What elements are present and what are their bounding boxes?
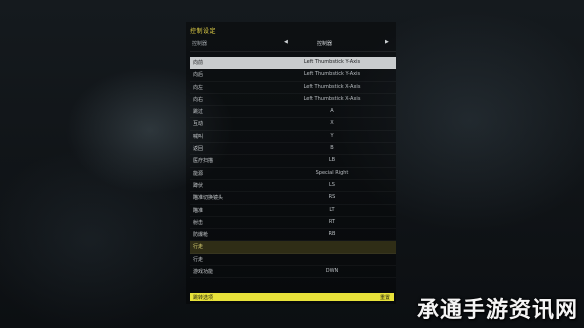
action-label: 向左 (193, 84, 204, 91)
binding-row[interactable]: 向左 Left Thumbstick X-Axis (190, 82, 396, 94)
action-label: 向右 (193, 96, 204, 103)
controller-profile-selector[interactable]: 控制器 ◀ 控制器 ▶ (190, 39, 392, 48)
binding-value: Left Thumbstick Y-Axis (303, 71, 361, 78)
action-label: 跳过 (193, 109, 204, 116)
action-label: 向后 (193, 72, 204, 79)
watermark: 承通手游资讯网 (416, 298, 578, 323)
action-label: 互动 (193, 121, 204, 128)
profile-value: 控制器 (317, 41, 333, 47)
binding-row[interactable]: 射击 RT (190, 217, 396, 230)
binding-row[interactable]: 医疗扫描 LB (190, 155, 396, 168)
binding-row[interactable]: 能源 Special Right (190, 168, 396, 180)
left-arrow-icon[interactable]: ◀ (284, 39, 288, 45)
binding-row[interactable]: 行走 (190, 254, 396, 267)
right-arrow-icon[interactable]: ▶ (385, 39, 389, 45)
binding-value: RB (328, 231, 336, 238)
action-label: 防爆枪 (193, 232, 209, 239)
action-label: 射击 (193, 219, 204, 226)
action-label: 向前 (193, 60, 204, 66)
binding-value: Left Thumbstick Y-Axis (303, 59, 361, 65)
divider (190, 51, 396, 52)
action-label: 瞄准切换镜头 (193, 195, 224, 202)
binding-value: B (330, 145, 334, 152)
action-label: 行走 (193, 256, 204, 263)
footer-left-label: 跳转选项 (193, 295, 214, 301)
binding-row[interactable]: 游戏功能 DWN (190, 266, 396, 279)
binding-row[interactable]: 蹲伏 LS (190, 180, 396, 193)
binding-row[interactable]: 喊叫 Y (190, 131, 396, 144)
binding-value: RT (328, 218, 336, 225)
action-label: 游戏功能 (193, 269, 214, 276)
footer-bar[interactable]: 跳转选项 重置 (190, 293, 394, 301)
page-title: 控制设定 (190, 28, 217, 35)
profile-label: 控制器 (192, 41, 208, 47)
action-label: 蹲伏 (193, 182, 204, 189)
binding-value: LT (329, 206, 335, 213)
binding-row[interactable]: 瞄准 LT (190, 205, 396, 217)
binding-row[interactable]: 向右 Left Thumbstick X-Axis (190, 94, 396, 107)
binding-value: DWN (325, 268, 339, 275)
reset-button[interactable]: 重置 (380, 294, 390, 301)
binding-row[interactable]: 向后 Left Thumbstick Y-Axis (190, 69, 396, 82)
binding-value: LB (328, 157, 336, 164)
binding-row[interactable]: 返回 B (190, 143, 396, 156)
binding-row[interactable]: 防爆枪 RB (190, 229, 396, 242)
binding-row[interactable]: 行走 (190, 241, 396, 254)
action-label: 喊叫 (193, 133, 204, 140)
action-label: 能源 (193, 170, 204, 177)
binding-row[interactable]: 向前 Left Thumbstick Y-Axis (190, 57, 396, 70)
binding-list: 向前 Left Thumbstick Y-Axis 向后 Left Thumbstic… (190, 57, 396, 279)
action-label: 瞄准 (193, 207, 204, 214)
binding-value: Special Right (315, 169, 349, 176)
binding-value: LS (329, 181, 335, 188)
binding-value: X (330, 120, 334, 127)
binding-row[interactable]: 瞄准切换镜头 RS (190, 192, 396, 205)
binding-value: Left Thumbstick X-Axis (303, 83, 361, 90)
binding-row[interactable]: 跳过 A (190, 106, 396, 119)
binding-value: Left Thumbstick X-Axis (303, 95, 361, 102)
binding-value: Y (330, 132, 334, 139)
action-label: 医疗扫描 (193, 158, 214, 165)
action-label: 行走 (193, 244, 204, 251)
binding-row[interactable]: 互动 X (190, 118, 396, 131)
binding-value: A (330, 108, 334, 115)
binding-value: RS (328, 194, 336, 201)
action-label: 返回 (193, 146, 204, 153)
